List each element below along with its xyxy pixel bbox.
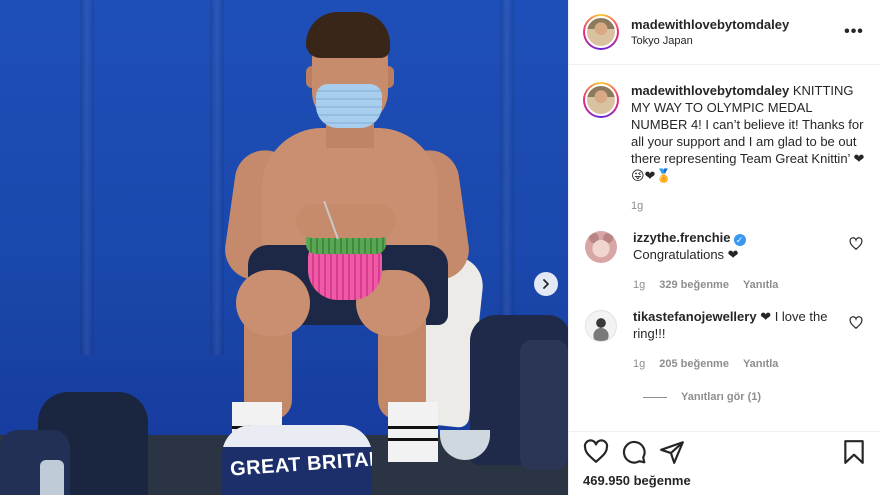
post-actions: 469.950 beğenme bbox=[569, 431, 880, 495]
caption-text: KNITTING MY WAY TO OLYMPIC MEDAL NUMBER … bbox=[631, 83, 865, 183]
next-photo-button[interactable] bbox=[534, 272, 558, 296]
bookmark-icon[interactable] bbox=[841, 439, 867, 465]
comment-meta: 1g 205 beğenme Yanıtla bbox=[633, 356, 847, 373]
comment-username[interactable]: tikastefanojewellery bbox=[633, 309, 757, 324]
bag-text: GREAT BRITAIN bbox=[229, 447, 372, 481]
hands bbox=[296, 204, 396, 238]
view-replies-button[interactable]: Yanıtları gör (1) bbox=[643, 391, 867, 403]
post-side-panel: madewithlovebytomdaley Tokyo Japan ••• m… bbox=[568, 0, 880, 495]
replies-line bbox=[643, 396, 667, 398]
thigh bbox=[236, 270, 310, 336]
next-arrow-icon bbox=[543, 279, 549, 289]
comment-item: tikastefanojewellery ❤ I love the ring!!… bbox=[583, 308, 867, 373]
comment-like-heart-icon[interactable] bbox=[849, 316, 863, 330]
view-replies-label: Yanıtları gör (1) bbox=[681, 391, 762, 403]
comment-icon[interactable] bbox=[621, 439, 647, 465]
likes-count[interactable]: 469.950 beğenme bbox=[583, 473, 867, 488]
caption: madewithlovebytomdaley KNITTING MY WAY T… bbox=[583, 82, 867, 215]
header-username[interactable]: madewithlovebytomdaley bbox=[631, 17, 842, 32]
caption-body: madewithlovebytomdaley KNITTING MY WAY T… bbox=[631, 82, 867, 215]
great-britain-bag: GREAT BRITAIN bbox=[222, 425, 372, 495]
action-icons bbox=[583, 439, 867, 465]
comment-item: izzythe.frenchie ✓ Congratulations ❤ 1g 3… bbox=[583, 229, 867, 294]
comment-text: Congratulations ❤ bbox=[633, 247, 739, 262]
comment-like-heart-icon[interactable] bbox=[849, 237, 863, 251]
avatar-image bbox=[585, 84, 617, 116]
comment-body: izzythe.frenchie ✓ Congratulations ❤ 1g 3… bbox=[633, 229, 847, 294]
caption-avatar[interactable] bbox=[583, 82, 619, 118]
comment-time[interactable]: 1g bbox=[633, 356, 645, 373]
reply-button[interactable]: Yanıtla bbox=[743, 277, 778, 294]
sock bbox=[388, 402, 438, 462]
hair bbox=[306, 12, 390, 58]
comment-avatar[interactable] bbox=[585, 231, 617, 263]
bag-stripe bbox=[222, 425, 372, 447]
caption-time[interactable]: 1g bbox=[631, 198, 867, 215]
more-options-icon[interactable]: ••• bbox=[842, 23, 866, 41]
comment-meta: 1g 329 beğenme Yanıtla bbox=[633, 277, 847, 294]
caption-username[interactable]: madewithlovebytomdaley bbox=[631, 83, 789, 98]
share-icon[interactable] bbox=[659, 439, 685, 465]
comment-username[interactable]: izzythe.frenchie bbox=[633, 230, 731, 245]
comment-body: tikastefanojewellery ❤ I love the ring!!… bbox=[633, 308, 847, 373]
comments-section: madewithlovebytomdaley KNITTING MY WAY T… bbox=[569, 66, 880, 431]
comment-likes[interactable]: 329 beğenme bbox=[659, 277, 729, 294]
comment-likes[interactable]: 205 beğenme bbox=[659, 356, 729, 373]
instagram-post: GREAT BRITAIN madewithlovebytomdaley Tok… bbox=[0, 0, 880, 495]
avatar-image bbox=[585, 16, 617, 48]
avatar[interactable] bbox=[583, 14, 619, 50]
reply-button[interactable]: Yanıtla bbox=[743, 356, 778, 373]
comment-time[interactable]: 1g bbox=[633, 277, 645, 294]
post-photo[interactable]: GREAT BRITAIN bbox=[0, 0, 568, 495]
athlete-figure bbox=[0, 0, 568, 495]
header-text: madewithlovebytomdaley Tokyo Japan bbox=[631, 17, 842, 47]
post-header: madewithlovebytomdaley Tokyo Japan ••• bbox=[569, 0, 880, 65]
verified-badge-icon: ✓ bbox=[733, 234, 746, 246]
header-location[interactable]: Tokyo Japan bbox=[631, 35, 842, 47]
comment-avatar[interactable] bbox=[585, 310, 617, 342]
face-mask bbox=[316, 84, 382, 128]
heart-icon[interactable] bbox=[583, 439, 609, 465]
